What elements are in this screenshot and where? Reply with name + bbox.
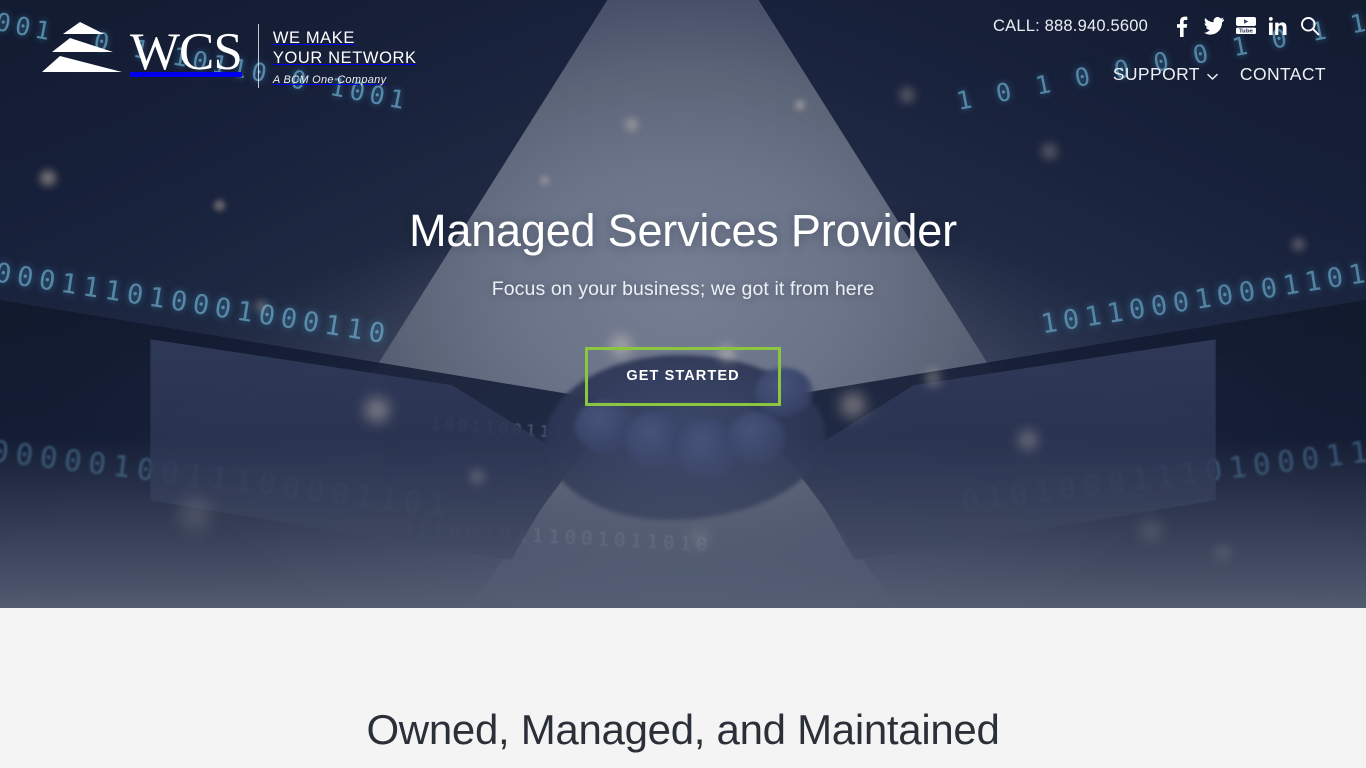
- twitter-icon[interactable]: [1198, 13, 1230, 39]
- wcs-triangle-logo-icon: [42, 22, 124, 85]
- logo-divider: [257, 24, 259, 88]
- linkedin-icon[interactable]: [1262, 13, 1294, 39]
- page-title: Managed Services Provider: [409, 205, 957, 256]
- svg-text:Tube: Tube: [1239, 29, 1253, 35]
- logo-subtagline: A BCM One Company: [272, 74, 387, 87]
- logo-tagline-line1: WE MAKE: [272, 29, 355, 47]
- logo-tagline: WE MAKE YOUR NETWORK A BCM One Company: [273, 28, 417, 86]
- site-header: WCS WE MAKE YOUR NETWORK A BCM One Compa…: [0, 0, 1366, 110]
- phone-link[interactable]: CALL: 888.940.5600: [993, 17, 1148, 36]
- section-heading: Owned, Managed, and Maintained: [366, 706, 1000, 753]
- site-logo[interactable]: WCS WE MAKE YOUR NETWORK A BCM One Compa…: [42, 12, 417, 88]
- hero-banner: 1011001 0 1 10110 0 1001 001000001110100…: [0, 0, 1366, 608]
- nav-item-contact-label: CONTACT: [1239, 64, 1326, 84]
- main-navigation: SUPPORT CONTACT: [1091, 63, 1326, 86]
- search-icon[interactable]: [1294, 13, 1326, 39]
- get-started-button[interactable]: GET STARTED: [585, 347, 781, 406]
- facebook-icon[interactable]: [1166, 13, 1198, 39]
- youtube-icon[interactable]: Tube: [1230, 13, 1262, 39]
- top-utility-bar: CALL: 888.940.5600 Tube: [993, 13, 1326, 39]
- intro-section: Owned, Managed, and Maintained: [0, 608, 1366, 768]
- nav-item-support-label: SUPPORT: [1112, 64, 1200, 84]
- hero-cta-wrapper: GET STARTED: [0, 347, 1366, 406]
- nav-item-contact[interactable]: CONTACT: [1240, 64, 1326, 85]
- social-links: Tube: [1166, 13, 1326, 39]
- chevron-down-icon: [1207, 65, 1218, 86]
- logo-wordmark: WCS: [130, 23, 243, 81]
- nav-item-support[interactable]: SUPPORT: [1113, 63, 1218, 86]
- hero-subtitle: Focus on your business; we got it from h…: [491, 278, 875, 301]
- logo-tagline-line2: YOUR NETWORK: [272, 49, 417, 68]
- hero-bottom-fade: [0, 438, 1366, 608]
